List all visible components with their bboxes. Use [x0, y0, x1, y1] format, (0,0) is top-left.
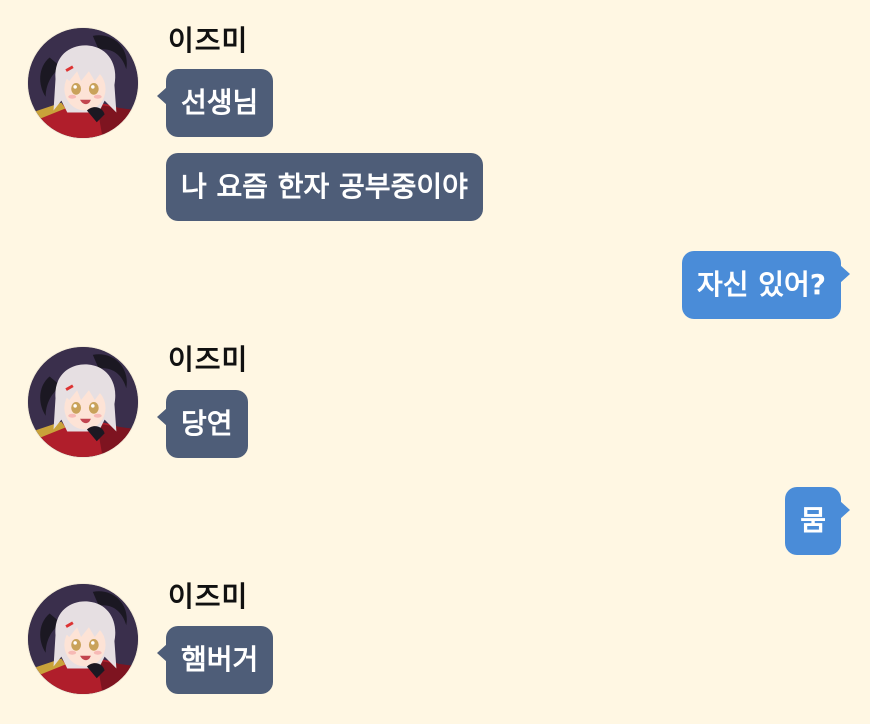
message-text: 당연	[181, 407, 233, 440]
izumi-avatar-icon[interactable]	[27, 27, 139, 139]
bubble-tail	[157, 87, 167, 105]
sender-name: 이즈미	[168, 343, 249, 376]
izumi-avatar-icon[interactable]	[27, 346, 139, 458]
bubble-tail	[840, 501, 850, 519]
message-text: 자신 있어?	[696, 268, 826, 301]
incoming-message-bubble[interactable]: 나 요즘 한자 공부중이야	[166, 153, 483, 221]
message-text: 뭄	[800, 504, 826, 537]
izumi-avatar-icon[interactable]	[27, 583, 139, 695]
incoming-message-bubble[interactable]: 당연	[157, 390, 248, 458]
outgoing-message-bubble[interactable]: 자신 있어?	[681, 251, 850, 319]
outgoing-message-bubble[interactable]: 뭄	[785, 487, 850, 555]
message-text: 햄버거	[181, 643, 259, 676]
incoming-message-bubble[interactable]: 햄버거	[157, 626, 274, 694]
incoming-message-bubble[interactable]: 선생님	[157, 69, 274, 137]
bubble-tail	[157, 644, 167, 662]
message-text: 나 요즘 한자 공부중이야	[181, 170, 468, 203]
bubble-tail	[157, 408, 167, 426]
chat-view: 이즈미 선생님 나 요즘 한자 공부중이야 자신 있어? 이즈미 당연 뭄 이즈…	[0, 0, 870, 724]
sender-name: 이즈미	[168, 24, 249, 57]
sender-name: 이즈미	[168, 580, 249, 613]
message-text: 선생님	[181, 86, 259, 119]
bubble-tail	[840, 265, 850, 283]
